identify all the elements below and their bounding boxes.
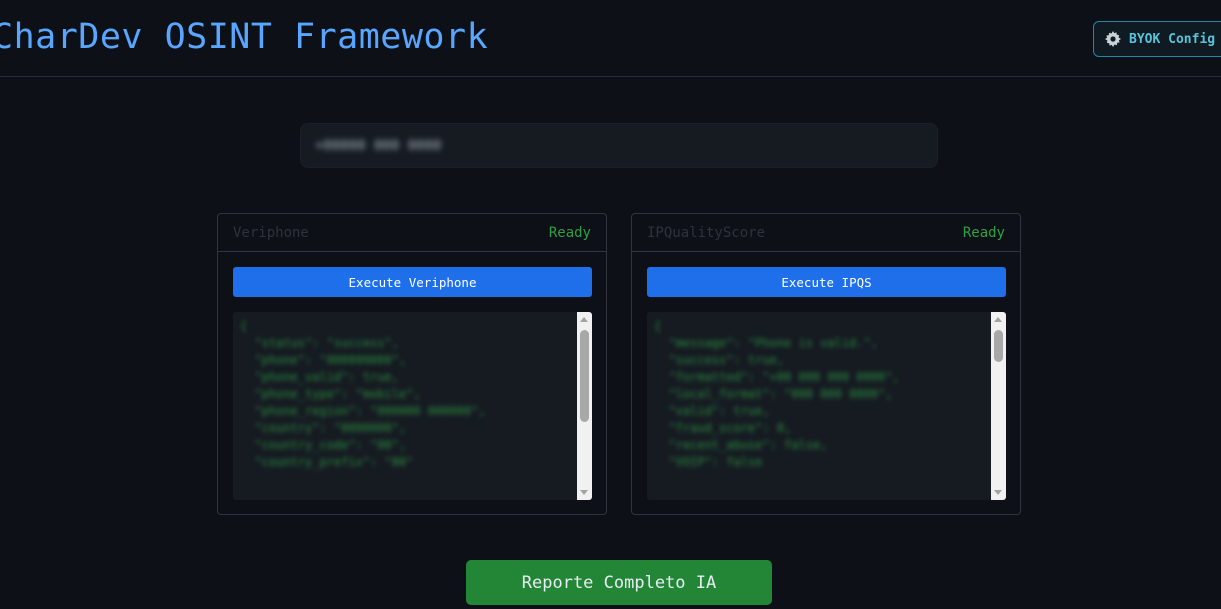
scroll-down-arrow-icon[interactable] [580, 490, 588, 495]
veriphone-panel-header: Veriphone Ready [218, 214, 606, 252]
ipqs-output-text: { "message": "Phone is valid.", "success… [654, 319, 900, 469]
execute-ipqs-button[interactable]: Execute IPQS [647, 267, 1006, 297]
scroll-down-arrow-icon[interactable] [994, 490, 1002, 495]
byok-config-button[interactable]: BYOK Config [1093, 21, 1221, 57]
ipqs-output[interactable]: { "message": "Phone is valid.", "success… [647, 312, 1006, 500]
gear-icon [1105, 31, 1121, 47]
scrollbar-thumb[interactable] [994, 330, 1003, 362]
ipqs-panel: IPQualityScore Ready Execute IPQS { "mes… [631, 213, 1021, 515]
app-title: CharDev OSINT Framework [0, 17, 489, 57]
veriphone-panel: Veriphone Ready Execute Veriphone { "sta… [217, 213, 607, 515]
phone-input-value: +00000 000 0000 [315, 137, 442, 154]
ipqs-status-badge: Ready [962, 224, 1005, 241]
veriphone-output-scrollbar[interactable] [577, 312, 592, 500]
phone-input[interactable]: +00000 000 0000 [300, 123, 938, 168]
app-header: CharDev OSINT Framework BYOK Config [0, 0, 1221, 77]
ipqs-output-scrollbar[interactable] [991, 312, 1006, 500]
veriphone-output-text: { "status": "success", "phone": "0000000… [240, 319, 486, 469]
ipqs-panel-title: IPQualityScore [647, 224, 766, 241]
scroll-up-arrow-icon[interactable] [994, 317, 1002, 322]
veriphone-status-badge: Ready [548, 224, 591, 241]
execute-veriphone-button[interactable]: Execute Veriphone [233, 267, 592, 297]
scrollbar-thumb[interactable] [580, 330, 589, 422]
full-ai-report-button[interactable]: Reporte Completo IA [466, 560, 772, 605]
scroll-up-arrow-icon[interactable] [580, 317, 588, 322]
byok-config-label: BYOK Config [1129, 31, 1216, 47]
veriphone-output[interactable]: { "status": "success", "phone": "0000000… [233, 312, 592, 500]
ipqs-panel-header: IPQualityScore Ready [632, 214, 1020, 252]
veriphone-panel-title: Veriphone [233, 224, 309, 241]
